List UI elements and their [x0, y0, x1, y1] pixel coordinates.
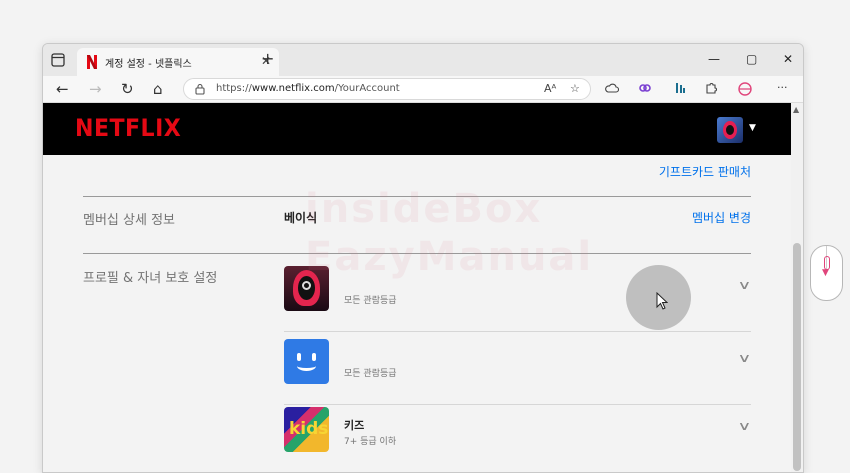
tab-strip: 계정 설정 - 넷플릭스 ✕ + — ▢ ✕	[43, 44, 803, 76]
profile-avatar	[284, 339, 329, 384]
address-bar[interactable]: https://www.netflix.com/YourAccount Aᴬ ☆	[183, 78, 591, 100]
profiles-label: 프로필 & 자녀 보호 설정	[83, 271, 218, 286]
netflix-logo[interactable]: NETFLIX	[75, 114, 181, 142]
mouse-scroll-icon: ▼	[810, 245, 843, 301]
cloud-icon[interactable]	[605, 81, 619, 95]
profile-divider	[284, 404, 751, 405]
read-aloud-icon[interactable]: Aᴬ	[544, 82, 556, 95]
url-host: www.netflix.com	[251, 83, 335, 94]
add-favorite-icon[interactable]: ☆	[570, 82, 580, 95]
close-window-button[interactable]: ✕	[783, 52, 793, 66]
url-text[interactable]: https://www.netflix.com/YourAccount	[216, 83, 400, 94]
profile-rating: 모든 관람등급	[344, 369, 397, 379]
scroll-up-arrow-icon[interactable]: ▲	[793, 105, 799, 114]
vertical-scrollbar[interactable]: ▲	[791, 103, 803, 472]
account-menu-caret-icon[interactable]: ▼	[749, 123, 756, 133]
scroll-down-arrow-icon: ▼	[822, 268, 829, 278]
profile-name: 키즈	[344, 419, 365, 432]
chevron-down-icon[interactable]: ∨	[738, 278, 752, 292]
netflix-header: NETFLIX ▼	[43, 103, 791, 155]
back-button[interactable]: ←	[56, 80, 69, 98]
avatar-circle-shape	[302, 281, 311, 290]
profile-avatar	[284, 266, 329, 311]
plan-name: 베이식	[284, 211, 318, 225]
section-divider	[83, 253, 751, 254]
extension-bars-icon[interactable]	[673, 81, 687, 95]
chevron-down-icon[interactable]: ∨	[738, 419, 752, 433]
change-plan-link[interactable]: 멤버십 변경	[692, 209, 751, 226]
browser-window: 계정 설정 - 넷플릭스 ✕ + — ▢ ✕ ← → ↻ ⌂ https://w…	[42, 43, 804, 473]
minimize-button[interactable]: —	[708, 52, 720, 66]
profile-rating: 7+ 등급 이하	[344, 437, 397, 447]
avatar-face-shape	[726, 125, 734, 135]
url-prefix: https://	[216, 83, 252, 94]
avatar-eye-shape	[312, 353, 316, 361]
tab-title: 계정 설정 - 넷플릭스	[105, 59, 192, 70]
scrollbar-thumb[interactable]	[793, 243, 801, 471]
active-tab[interactable]: 계정 설정 - 넷플릭스 ✕	[77, 48, 279, 76]
maximize-button[interactable]: ▢	[746, 52, 757, 66]
kids-avatar-text: kids	[289, 419, 329, 439]
profile-extension-icon[interactable]	[737, 81, 753, 97]
profile-item[interactable]: 모든 관람등급 ∨	[284, 339, 752, 405]
account-avatar[interactable]	[717, 117, 743, 143]
home-button[interactable]: ⌂	[153, 80, 163, 98]
avatar-eye-shape	[297, 353, 301, 361]
avatar-smile-shape	[297, 361, 316, 371]
cursor-icon	[656, 292, 668, 310]
netflix-favicon	[87, 55, 97, 69]
profile-item[interactable]: kids 키즈 7+ 등급 이하 ∨	[284, 407, 752, 472]
browser-toolbar: ← → ↻ ⌂ https://www.netflix.com/YourAcco…	[43, 76, 803, 103]
section-divider	[83, 196, 751, 197]
gift-card-link[interactable]: 기프트카드 판매처	[659, 163, 751, 180]
extensions-puzzle-icon[interactable]	[704, 81, 718, 95]
new-tab-button[interactable]: +	[261, 51, 274, 67]
profile-avatar: kids	[284, 407, 329, 452]
chevron-down-icon[interactable]: ∨	[738, 351, 752, 365]
lock-icon[interactable]	[194, 83, 206, 95]
membership-label: 멤버십 상세 정보	[83, 213, 175, 228]
profile-divider	[284, 331, 751, 332]
sidebar-tabs-icon[interactable]	[51, 53, 65, 67]
settings-more-icon[interactable]: ···	[777, 81, 788, 95]
profile-rating: 모든 관람등급	[344, 296, 397, 306]
refresh-button[interactable]: ↻	[121, 80, 134, 98]
forward-button[interactable]: →	[89, 80, 102, 98]
extension-link-icon[interactable]	[638, 81, 652, 95]
url-path: /YourAccount	[334, 83, 400, 94]
